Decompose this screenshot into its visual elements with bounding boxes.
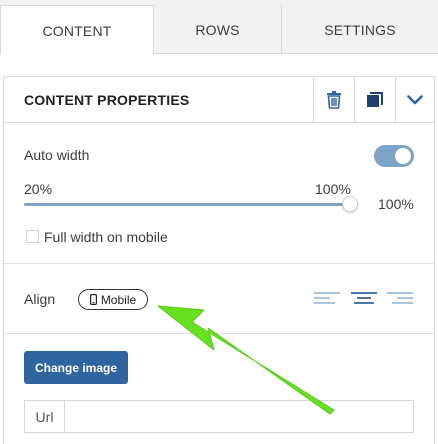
collapse-button[interactable] <box>395 77 434 123</box>
width-slider[interactable] <box>24 203 350 206</box>
width-slider-thumb[interactable] <box>342 196 358 212</box>
tab-bar: CONTENT ROWS SETTINGS <box>0 0 438 55</box>
divider <box>3 263 435 264</box>
delete-button[interactable] <box>313 77 354 123</box>
slider-value: 100% <box>378 196 414 212</box>
align-center-button[interactable] <box>350 287 378 309</box>
url-label: Url <box>25 401 65 432</box>
duplicate-button[interactable] <box>354 77 395 123</box>
tab-rows[interactable]: ROWS <box>154 5 282 54</box>
align-center-icon <box>351 292 377 304</box>
full-width-mobile-label: Full width on mobile <box>44 229 168 245</box>
mobile-phone-icon <box>89 294 97 305</box>
panel-header: CONTENT PROPERTIES <box>4 76 434 123</box>
auto-width-label: Auto width <box>24 147 90 163</box>
slider-min-label: 20% <box>24 181 53 197</box>
toggle-knob <box>395 148 411 164</box>
mobile-label: Mobile <box>100 292 137 307</box>
panel-title: CONTENT PROPERTIES <box>24 92 190 108</box>
annotation-arrow-icon <box>157 305 335 415</box>
mobile-toggle-button[interactable]: Mobile <box>78 289 148 310</box>
trash-icon <box>327 91 341 109</box>
change-image-button[interactable]: Change image <box>24 351 128 384</box>
auto-width-toggle[interactable] <box>374 145 414 167</box>
align-right-button[interactable] <box>386 287 414 309</box>
tab-settings[interactable]: SETTINGS <box>282 5 438 54</box>
align-right-icon <box>387 292 413 304</box>
align-label: Align <box>24 291 56 307</box>
chevron-down-icon <box>407 95 423 105</box>
duplicate-icon <box>367 92 383 107</box>
tab-content[interactable]: CONTENT <box>0 5 154 55</box>
slider-max-label: 100% <box>315 181 351 197</box>
full-width-mobile-checkbox[interactable] <box>26 230 39 243</box>
